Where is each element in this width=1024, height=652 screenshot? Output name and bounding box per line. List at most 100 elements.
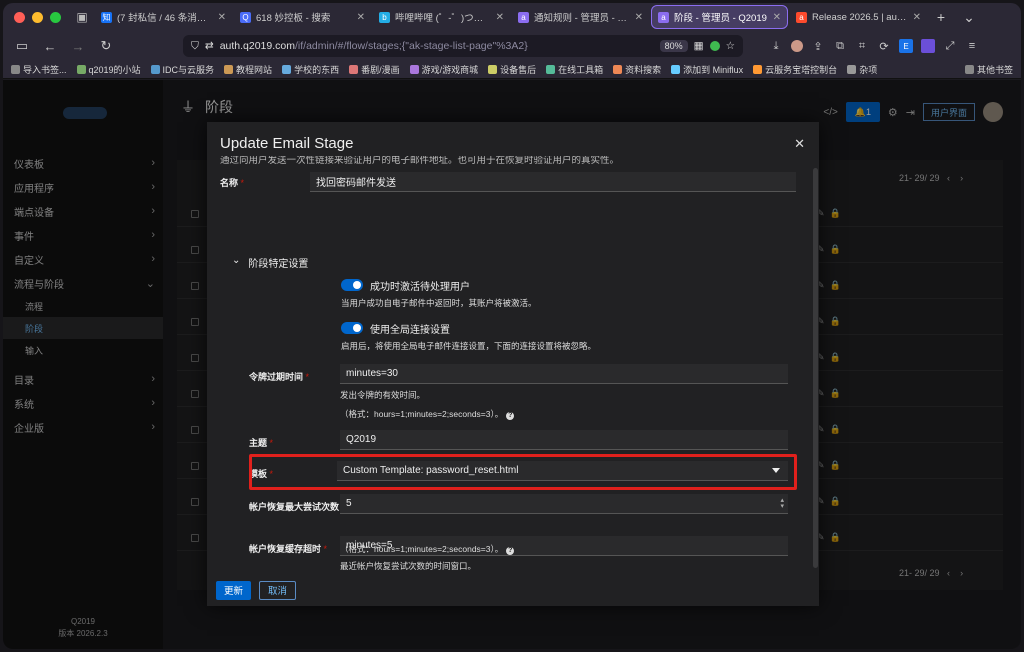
browser-tab[interactable]: b 哔哩哔哩 (゜-゜)つロ 干杯~ ✕ <box>373 5 510 29</box>
bookmark-star-icon[interactable]: ☆ <box>726 40 735 52</box>
stepper-icon[interactable]: ▴ ▾ <box>780 497 784 510</box>
bookmark-folder-icon <box>488 65 498 74</box>
tab-close-icon[interactable]: ✕ <box>496 12 504 23</box>
tab-title: 618 妙控板 - 搜索 <box>256 13 331 24</box>
minimize-window-button[interactable] <box>32 11 43 23</box>
tab-title: (7 封私信 / 46 条消息) 妙控板 <box>117 13 213 24</box>
modal-body: 通过向用户发送一次性链接来验证用户的电子邮件地址。也可用于在恢复时验证用户的真实… <box>207 156 811 574</box>
activate-users-switch[interactable] <box>341 279 363 291</box>
other-bookmarks-label: 其他书签 <box>976 65 1013 75</box>
subject-label-text: 主题 <box>249 438 268 448</box>
bookmark-item[interactable]: 资料搜索 <box>613 63 661 76</box>
browser-tab[interactable]: Q 618 妙控板 - 搜索 ✕ <box>234 5 371 29</box>
tab-list-chevron-icon[interactable]: ⌄ <box>955 9 983 26</box>
stage-settings-section[interactable]: ⌄ 阶段特定设置 <box>232 255 308 270</box>
modal-scrollbar[interactable] <box>813 168 818 568</box>
maximize-window-button[interactable] <box>50 11 61 23</box>
bookmark-folder-icon <box>349 65 359 74</box>
other-bookmarks[interactable]: 其他书签 <box>964 63 1013 76</box>
tab-close-icon[interactable]: ✕ <box>357 12 365 23</box>
global-connection-help: 启用后，将使用全局电子邮件连接设置，下面的连接设置将被忽略。 <box>341 341 597 351</box>
tab-title: Release 2026.5 | authentik <box>812 11 908 23</box>
tab-strip: 知 (7 封私信 / 46 条消息) 妙控板 ✕ Q 618 妙控板 - 搜索 ✕ b 哔哩哔… <box>93 5 927 29</box>
token-expiry-input[interactable]: minutes=30 <box>340 364 788 384</box>
e-extension-icon[interactable]: E <box>899 39 913 53</box>
tab-favicon-icon: 知 <box>101 11 112 23</box>
bookmark-item[interactable]: 在线工具箱 <box>546 63 603 76</box>
bookmark-item[interactable]: 杂项 <box>847 63 877 76</box>
subject-label: 主题 * <box>249 436 273 449</box>
close-icon[interactable]: ✕ <box>794 136 805 152</box>
modal-description: 通过向用户发送一次性链接来验证用户的电子邮件地址。也可用于在恢复时验证用户的真实… <box>220 156 620 166</box>
browser-tab[interactable]: a Release 2026.5 | authentik ✕ <box>790 5 927 29</box>
bookmark-folder-icon <box>11 65 20 74</box>
token-expiry-label: 令牌过期时间 * <box>249 370 309 383</box>
highlight-annotation <box>249 454 797 490</box>
bookmark-label: 添加到 Miniflux <box>683 65 744 75</box>
bookmark-item[interactable]: 设备售后 <box>488 63 536 76</box>
profile-icon[interactable] <box>791 40 803 52</box>
bookmark-item[interactable]: 番剧/漫画 <box>349 63 400 76</box>
browser-tab[interactable]: 知 (7 封私信 / 46 条消息) 妙控板 ✕ <box>95 5 232 29</box>
site-info-icon[interactable]: ⇄ <box>205 40 214 52</box>
tab-close-icon[interactable]: ✕ <box>635 12 643 23</box>
new-tab-icon[interactable]: + <box>927 9 955 25</box>
notes-extension-icon[interactable] <box>921 39 935 53</box>
modal-footer: 更新 取消 <box>207 574 819 606</box>
recovery-attempts-input[interactable]: 5 ▴ ▾ <box>340 494 788 514</box>
back-icon[interactable]: ← <box>39 35 61 57</box>
sync-icon[interactable]: ⟳ <box>877 39 891 53</box>
global-connection-switch[interactable] <box>341 322 363 334</box>
token-expiry-label-text: 令牌过期时间 <box>249 372 304 382</box>
browser-tab[interactable]: a 通知规则 - 管理员 - Q2019 ✕ <box>512 5 649 29</box>
extensions-icon[interactable]: ⧉ <box>833 39 847 53</box>
required-marker: * <box>305 372 310 382</box>
download-icon[interactable]: ⤓ <box>769 39 783 53</box>
fullscreen-icon[interactable]: ⤢ <box>943 39 957 53</box>
bookmarks-bar: 导入书签... q2019的小站 IDC与云服务 教程网站 学校的东西 番剧/漫画 游戏/游… <box>3 61 1021 79</box>
forward-icon[interactable]: → <box>67 35 89 57</box>
cache-timeout-help: 最近帐户恢复尝试次数的时间窗口。 <box>340 561 477 571</box>
tab-overview-icon[interactable]: ▣ <box>71 6 93 28</box>
bookmark-item[interactable]: 添加到 Miniflux <box>671 63 743 76</box>
modal-title: Update Email Stage <box>220 135 354 152</box>
bookmark-label: 云服务宝塔控制台 <box>765 65 838 75</box>
bookmark-item[interactable]: 游戏/游戏商城 <box>409 63 479 76</box>
subject-input[interactable]: Q2019 <box>340 430 788 450</box>
close-window-button[interactable] <box>14 11 25 23</box>
address-bar[interactable]: ⛉ ⇄ auth.q2019.com/if/admin/#/flow/stage… <box>183 35 743 57</box>
bookmark-folder-icon <box>847 65 857 74</box>
browser-tab[interactable]: a 阶段 - 管理员 - Q2019 ✕ <box>651 5 788 29</box>
cache-timeout-format-text: （格式：hours=1;minutes=2;seconds=3）。 <box>340 544 504 554</box>
bookmark-item[interactable]: q2019的小站 <box>76 63 141 76</box>
tab-close-icon[interactable]: ✕ <box>218 12 226 23</box>
section-title: 阶段特定设置 <box>248 259 309 270</box>
bookmark-item[interactable]: 导入书签... <box>11 63 67 76</box>
share-icon[interactable]: ⇪ <box>811 39 825 53</box>
bookmark-item[interactable]: 教程网站 <box>224 63 272 76</box>
bookmark-folder-icon <box>409 65 419 74</box>
name-input[interactable]: 找回密码邮件发送 <box>310 172 796 192</box>
url-host: auth.q2019.com <box>219 40 295 52</box>
tab-close-icon[interactable]: ✕ <box>773 12 781 23</box>
zoom-level[interactable]: 80% <box>659 40 688 52</box>
crop-icon[interactable]: ⌗ <box>855 39 869 53</box>
shield-icon: ⛉ <box>191 39 199 52</box>
menu-icon[interactable]: ≡ <box>965 39 979 53</box>
bookmark-label: 在线工具箱 <box>558 65 604 75</box>
update-button[interactable]: 更新 <box>216 580 252 600</box>
tab-favicon-icon: Q <box>240 11 251 23</box>
reload-icon[interactable]: ↻ <box>95 35 117 57</box>
extension-grid-icon[interactable]: ▦ <box>694 40 704 52</box>
bookmark-label: 游戏/游戏商城 <box>421 65 479 75</box>
bookmark-item[interactable]: 学校的东西 <box>282 63 339 76</box>
extension-icon[interactable] <box>709 41 720 51</box>
sidebar-toggle-icon[interactable]: ▭ <box>11 35 33 57</box>
cancel-button[interactable]: 取消 <box>259 580 297 600</box>
window-controls <box>3 11 71 23</box>
bookmark-item[interactable]: IDC与云服务 <box>150 63 214 76</box>
help-icon[interactable]: ? <box>506 412 515 420</box>
help-icon[interactable]: ? <box>506 547 515 555</box>
tab-close-icon[interactable]: ✕ <box>913 12 921 23</box>
bookmark-item[interactable]: 云服务宝塔控制台 <box>753 63 837 76</box>
